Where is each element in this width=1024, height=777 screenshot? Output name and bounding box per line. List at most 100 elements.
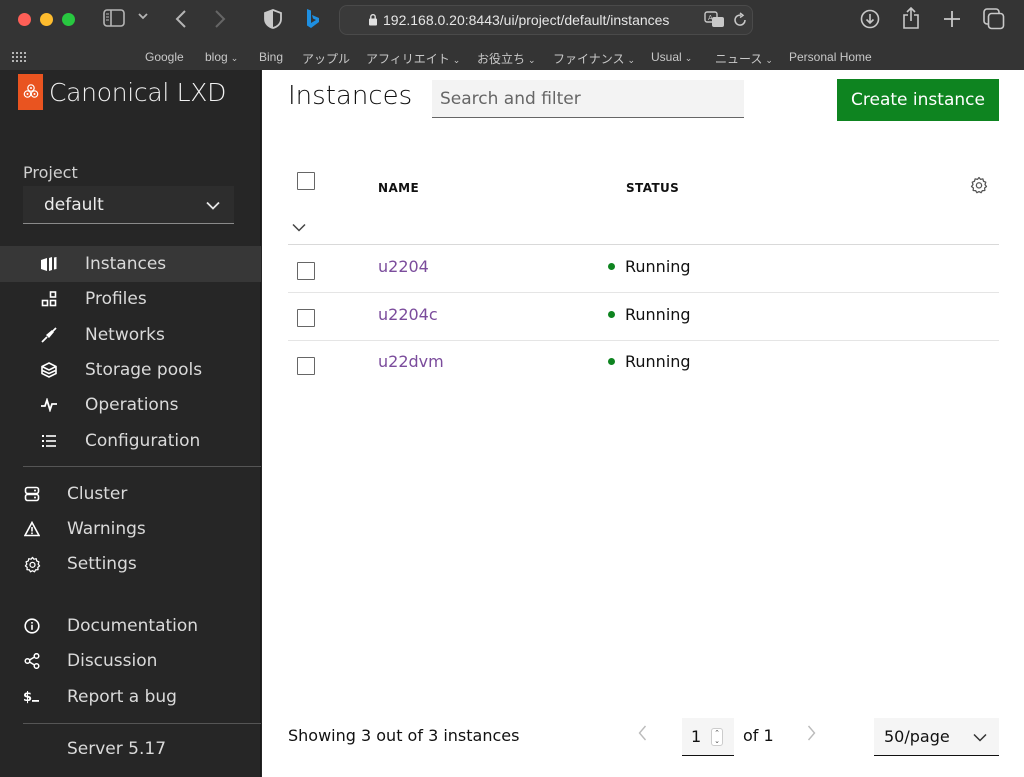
profiles-icon <box>40 290 58 308</box>
lock-icon <box>368 11 378 30</box>
bookmark-finance[interactable]: ファイナンス ⌄ <box>553 50 635 67</box>
sidebar-item-instances[interactable]: Instances <box>0 246 261 282</box>
brand-name[interactable]: Canonical LXD <box>49 78 226 107</box>
instances-icon <box>40 255 58 273</box>
tab-group-chevron-icon[interactable] <box>138 12 148 20</box>
tab-overview-icon[interactable] <box>983 8 1005 30</box>
page-total: of 1 <box>743 726 774 745</box>
forward-icon[interactable] <box>214 9 226 29</box>
bookmark-bing[interactable]: Bing <box>259 50 283 64</box>
status-dot-icon <box>608 263 615 270</box>
chevron-down-icon <box>206 195 220 214</box>
chevron-down-icon: ⌄ <box>452 55 461 65</box>
minimize-window-button[interactable] <box>40 13 53 26</box>
address-bar[interactable]: 192.168.0.20:8443/ui/project/default/ins… <box>339 5 753 35</box>
sidebar-item-discussion[interactable]: Discussion <box>0 643 261 679</box>
lxd-logo-icon[interactable] <box>18 74 43 110</box>
bookmark-affiliate[interactable]: アフィリエイト ⌄ <box>366 50 460 67</box>
bookmarks-bar: Google blog ⌄ Bing アップル アフィリエイト ⌄ お役立ち ⌄ ファ… <box>0 44 1024 70</box>
back-icon[interactable] <box>175 9 187 29</box>
url-text[interactable]: 192.168.0.20:8443/ui/project/default/ins… <box>383 12 693 28</box>
bookmark-personal-home[interactable]: Personal Home <box>789 50 872 64</box>
bookmark-news[interactable]: ニュース ⌄ <box>715 50 773 67</box>
sidebar-item-cluster[interactable]: Cluster <box>0 476 261 512</box>
column-header-name[interactable]: NAME <box>378 181 419 195</box>
table-header-divider <box>288 244 999 245</box>
chevron-down-icon: ⌄ <box>528 55 536 65</box>
chevron-down-icon: ⌄ <box>230 53 239 63</box>
close-window-button[interactable] <box>18 13 31 26</box>
sidebar-toggle-icon[interactable] <box>103 9 125 27</box>
privacy-shield-icon[interactable] <box>264 9 282 29</box>
server-version: Server 5.17 <box>67 739 167 759</box>
translate-icon[interactable]: A <box>704 11 726 33</box>
page-number-input[interactable]: 1 ⌃ ⌄ <box>682 718 734 756</box>
column-settings-gear-icon[interactable] <box>970 176 988 198</box>
instance-name-link[interactable]: u22dvm <box>378 352 444 371</box>
zoom-window-button[interactable] <box>62 13 75 26</box>
bookmark-apple[interactable]: アップル <box>302 50 350 67</box>
operations-icon <box>40 396 58 414</box>
instance-name-link[interactable]: u2204 <box>378 257 429 276</box>
instance-name-link[interactable]: u2204c <box>378 305 438 324</box>
reload-icon[interactable] <box>732 12 748 32</box>
sidebar-item-report-bug[interactable]: $ Report a bug <box>0 679 261 715</box>
status-dot-icon <box>608 358 615 365</box>
select-menu-chevron-icon[interactable] <box>292 217 306 236</box>
storage-icon <box>40 361 58 379</box>
previous-page-icon[interactable] <box>638 725 647 745</box>
gear-icon <box>23 555 41 573</box>
downloads-icon[interactable] <box>860 9 880 29</box>
warning-icon <box>23 520 41 538</box>
svg-text:$: $ <box>23 690 32 705</box>
sidebar-item-settings[interactable]: Settings <box>0 546 261 582</box>
sidebar-item-networks[interactable]: Networks <box>0 317 261 353</box>
chevron-down-icon: ⌄ <box>627 55 636 65</box>
sidebar-item-documentation[interactable]: Documentation <box>0 608 261 644</box>
search-input[interactable] <box>432 80 744 118</box>
status-badge: Running <box>608 257 691 276</box>
status-dot-icon <box>608 311 615 318</box>
next-page-icon[interactable] <box>807 725 816 745</box>
bookmark-useful[interactable]: お役立ち ⌄ <box>477 50 536 67</box>
bookmark-usual[interactable]: Usual ⌄ <box>651 50 692 64</box>
page-stepper-icon[interactable]: ⌃ ⌄ <box>711 728 723 746</box>
status-badge: Running <box>608 305 691 324</box>
project-select[interactable]: default <box>23 186 234 224</box>
column-header-status[interactable]: STATUS <box>626 181 679 195</box>
sidebar-item-configuration[interactable]: Configuration <box>0 423 261 459</box>
bookmark-google[interactable]: Google <box>145 50 184 64</box>
svg-text:A: A <box>708 15 713 22</box>
page-size-select[interactable]: 50/page <box>874 718 999 756</box>
configuration-icon <box>40 432 58 450</box>
sidebar-item-warnings[interactable]: Warnings <box>0 511 261 547</box>
select-all-checkbox[interactable] <box>297 172 315 190</box>
row-checkbox[interactable] <box>297 357 315 375</box>
sidebar-item-storage-pools[interactable]: Storage pools <box>0 352 261 388</box>
row-checkbox[interactable] <box>297 262 315 280</box>
share-icon[interactable] <box>902 7 920 29</box>
results-count: Showing 3 out of 3 instances <box>288 726 520 745</box>
cluster-icon <box>23 485 41 503</box>
sidebar-item-operations[interactable]: Operations <box>0 387 261 423</box>
project-select-value: default <box>44 194 104 215</box>
bookmark-blog[interactable]: blog ⌄ <box>205 50 238 64</box>
row-checkbox[interactable] <box>297 309 315 327</box>
bing-icon[interactable] <box>305 8 321 30</box>
new-tab-icon[interactable] <box>943 10 961 28</box>
share-icon <box>23 652 41 670</box>
chevron-down-icon <box>973 727 987 746</box>
row-divider <box>288 340 999 341</box>
apps-grid-icon[interactable] <box>12 52 28 63</box>
project-label: Project <box>23 163 78 182</box>
sidebar-divider <box>23 466 261 467</box>
status-badge: Running <box>608 352 691 371</box>
sidebar: Canonical LXD Project default Instances … <box>0 70 261 777</box>
create-instance-button[interactable]: Create instance <box>837 79 999 121</box>
chevron-down-icon: ⌄ <box>765 55 773 65</box>
row-divider <box>288 292 999 293</box>
sidebar-item-profiles[interactable]: Profiles <box>0 281 261 317</box>
page-title: Instances <box>288 81 413 111</box>
sidebar-divider <box>23 723 261 724</box>
info-icon <box>23 617 41 635</box>
